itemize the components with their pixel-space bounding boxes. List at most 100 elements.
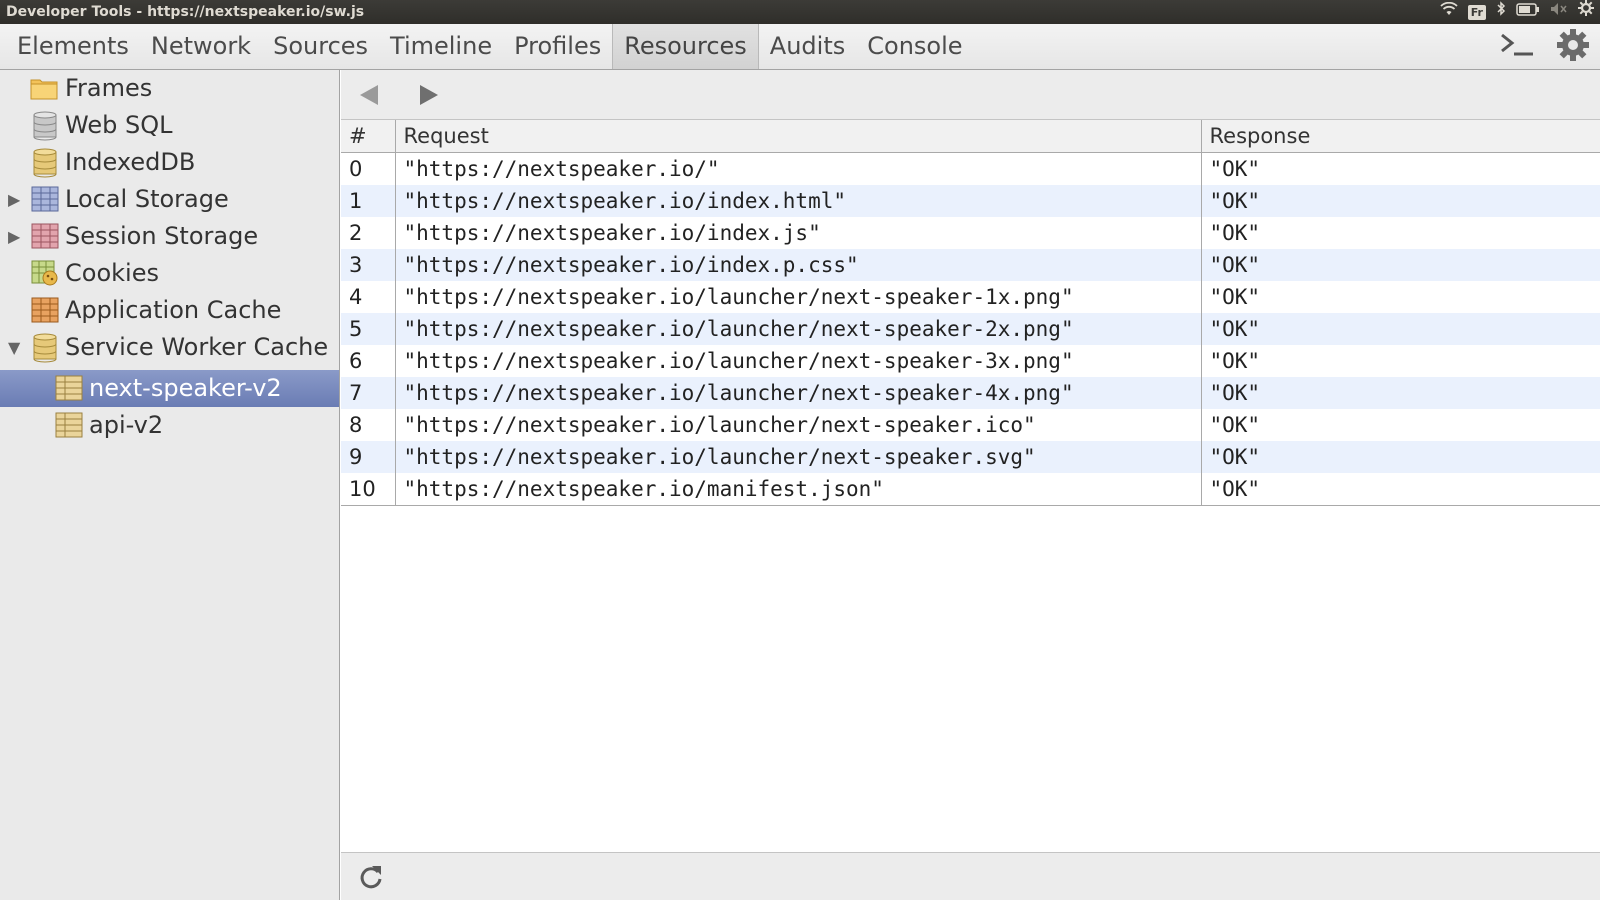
refresh-button[interactable] bbox=[357, 863, 385, 891]
cell-response: "OK" bbox=[1209, 413, 1261, 437]
show-console-button[interactable] bbox=[1500, 30, 1534, 65]
cell-index: 4 bbox=[341, 281, 396, 313]
sidebar-item-label: IndexedDB bbox=[65, 148, 196, 176]
volume-muted-icon[interactable] bbox=[1550, 0, 1568, 24]
table-row[interactable]: 1 "https://nextspeaker.io/index.html" "O… bbox=[341, 185, 1600, 217]
column-header-index[interactable]: # bbox=[341, 120, 396, 153]
cell-index: 5 bbox=[341, 313, 396, 345]
cell-request: "https://nextspeaker.io/launcher/next-sp… bbox=[395, 409, 1202, 441]
column-header-response[interactable]: Response bbox=[1201, 120, 1600, 153]
table-row[interactable]: 7 "https://nextspeaker.io/launcher/next-… bbox=[341, 377, 1600, 409]
database-icon bbox=[31, 333, 59, 363]
tab-console[interactable]: Console bbox=[856, 24, 973, 69]
sidebar-item-label: Application Cache bbox=[65, 296, 282, 324]
cache-navigation-bar bbox=[341, 70, 1600, 120]
table-row[interactable]: 8 "https://nextspeaker.io/launcher/next-… bbox=[341, 409, 1600, 441]
battery-icon[interactable] bbox=[1516, 0, 1540, 24]
table-row[interactable]: 9 "https://nextspeaker.io/launcher/next-… bbox=[341, 441, 1600, 473]
cell-request: "https://nextspeaker.io/launcher/next-sp… bbox=[395, 345, 1202, 377]
sidebar-item-local-storage[interactable]: ▶ Local Storage bbox=[0, 181, 339, 218]
refresh-icon bbox=[360, 866, 382, 889]
collapse-triangle-icon[interactable]: ▼ bbox=[8, 329, 24, 366]
sidebar-item-label: next-speaker-v2 bbox=[89, 374, 282, 402]
expand-triangle-icon[interactable]: ▶ bbox=[8, 218, 24, 255]
panel-tabs: Elements Network Sources Timeline Profil… bbox=[6, 24, 974, 69]
table-row[interactable]: 4 "https://nextspeaker.io/launcher/next-… bbox=[341, 281, 1600, 313]
table-header-row: # Request Response bbox=[341, 120, 1600, 153]
bluetooth-icon[interactable] bbox=[1496, 0, 1506, 24]
cell-index: 8 bbox=[341, 409, 396, 441]
tab-timeline[interactable]: Timeline bbox=[379, 24, 503, 69]
window-titlebar: Developer Tools - https://nextspeaker.io… bbox=[0, 0, 1600, 24]
sidebar-item-session-storage[interactable]: ▶ Session Storage bbox=[0, 218, 339, 255]
table-row[interactable]: 10 "https://nextspeaker.io/manifest.json… bbox=[341, 473, 1600, 506]
sidebar-item-application-cache[interactable]: Application Cache bbox=[0, 292, 339, 329]
cell-index: 2 bbox=[341, 217, 396, 249]
devtools-toolbar: Elements Network Sources Timeline Profil… bbox=[0, 24, 1600, 70]
database-icon bbox=[31, 111, 59, 141]
cell-request: "https://nextspeaker.io/index.html" bbox=[395, 185, 1202, 217]
cell-request: "https://nextspeaker.io/index.js" bbox=[395, 217, 1202, 249]
sidebar-item-web-sql[interactable]: Web SQL bbox=[0, 107, 339, 144]
sidebar-item-label: Local Storage bbox=[65, 185, 229, 213]
sidebar-item-cookies[interactable]: Cookies bbox=[0, 255, 339, 292]
sidebar-item-label: Web SQL bbox=[65, 111, 173, 139]
cell-response: "OK" bbox=[1209, 349, 1261, 373]
previous-page-button[interactable] bbox=[353, 78, 387, 112]
cell-index: 3 bbox=[341, 249, 396, 281]
sidebar-item-label: Service Worker Cache bbox=[65, 333, 329, 361]
tab-resources[interactable]: Resources bbox=[612, 24, 759, 69]
cell-request: "https://nextspeaker.io/index.p.css" bbox=[395, 249, 1202, 281]
sidebar-item-frames[interactable]: Frames bbox=[0, 70, 339, 107]
keyboard-layout-indicator[interactable]: Fr bbox=[1467, 4, 1486, 20]
cell-response: "OK" bbox=[1201, 313, 1600, 345]
table-row[interactable]: 0 "https://nextspeaker.io/" "OK" bbox=[341, 152, 1600, 185]
table-row[interactable]: 5 "https://nextspeaker.io/launcher/next-… bbox=[341, 313, 1600, 345]
cell-index: 9 bbox=[341, 441, 396, 473]
cell-request: "https://nextspeaker.io/" bbox=[395, 152, 1202, 185]
window-title: Developer Tools - https://nextspeaker.io… bbox=[6, 4, 365, 20]
column-header-request[interactable]: Request bbox=[395, 120, 1202, 153]
cell-index: 10 bbox=[341, 473, 396, 506]
sidebar-item-label: api-v2 bbox=[89, 411, 164, 439]
tab-elements[interactable]: Elements bbox=[6, 24, 140, 69]
wifi-icon[interactable] bbox=[1440, 0, 1458, 24]
sidebar-item-next-speaker-v2[interactable]: next-speaker-v2 bbox=[0, 370, 339, 407]
next-page-button[interactable] bbox=[411, 78, 445, 112]
tab-sources[interactable]: Sources bbox=[262, 24, 379, 69]
cell-response: "OK" bbox=[1209, 221, 1261, 245]
sidebar-item-service-worker-cache[interactable]: ▼ Service Worker Cache bbox=[0, 329, 339, 366]
table-row[interactable]: 2 "https://nextspeaker.io/index.js" "OK" bbox=[341, 217, 1600, 249]
sidebar-item-label: Frames bbox=[65, 74, 153, 102]
cookie-icon bbox=[31, 259, 59, 287]
sidebar-item-api-v2[interactable]: api-v2 bbox=[0, 407, 339, 444]
system-settings-icon[interactable] bbox=[1578, 0, 1594, 24]
sidebar-item-indexeddb[interactable]: IndexedDB bbox=[0, 144, 339, 181]
settings-button[interactable] bbox=[1556, 28, 1590, 67]
cell-response: "OK" bbox=[1201, 473, 1600, 506]
cell-request: "https://nextspeaker.io/launcher/next-sp… bbox=[395, 313, 1202, 345]
table-icon bbox=[31, 222, 59, 250]
table-icon bbox=[31, 296, 59, 324]
tab-profiles[interactable]: Profiles bbox=[503, 24, 612, 69]
console-prompt-icon bbox=[1501, 33, 1533, 55]
table-row[interactable]: 3 "https://nextspeaker.io/index.p.css" "… bbox=[341, 249, 1600, 281]
sidebar-item-label: Cookies bbox=[65, 259, 159, 287]
cell-response: "OK" bbox=[1209, 285, 1261, 309]
cell-response: "OK" bbox=[1209, 157, 1261, 181]
forward-arrow-icon bbox=[420, 85, 438, 105]
cell-response: "OK" bbox=[1201, 441, 1600, 473]
system-tray: Fr bbox=[1440, 0, 1594, 24]
table-row[interactable]: 6 "https://nextspeaker.io/launcher/next-… bbox=[341, 345, 1600, 377]
tab-audits[interactable]: Audits bbox=[759, 24, 856, 69]
cell-index: 0 bbox=[341, 152, 396, 185]
cell-request: "https://nextspeaker.io/launcher/next-sp… bbox=[395, 377, 1202, 409]
table-icon bbox=[55, 374, 83, 402]
resources-sidebar: Frames Web SQL IndexedDB ▶ Local Storage… bbox=[0, 70, 340, 900]
table-icon bbox=[55, 411, 83, 439]
folder-icon bbox=[30, 74, 58, 102]
table-icon bbox=[31, 185, 59, 213]
tab-network[interactable]: Network bbox=[140, 24, 262, 69]
expand-triangle-icon[interactable]: ▶ bbox=[8, 181, 24, 218]
cell-response: "OK" bbox=[1201, 185, 1600, 217]
